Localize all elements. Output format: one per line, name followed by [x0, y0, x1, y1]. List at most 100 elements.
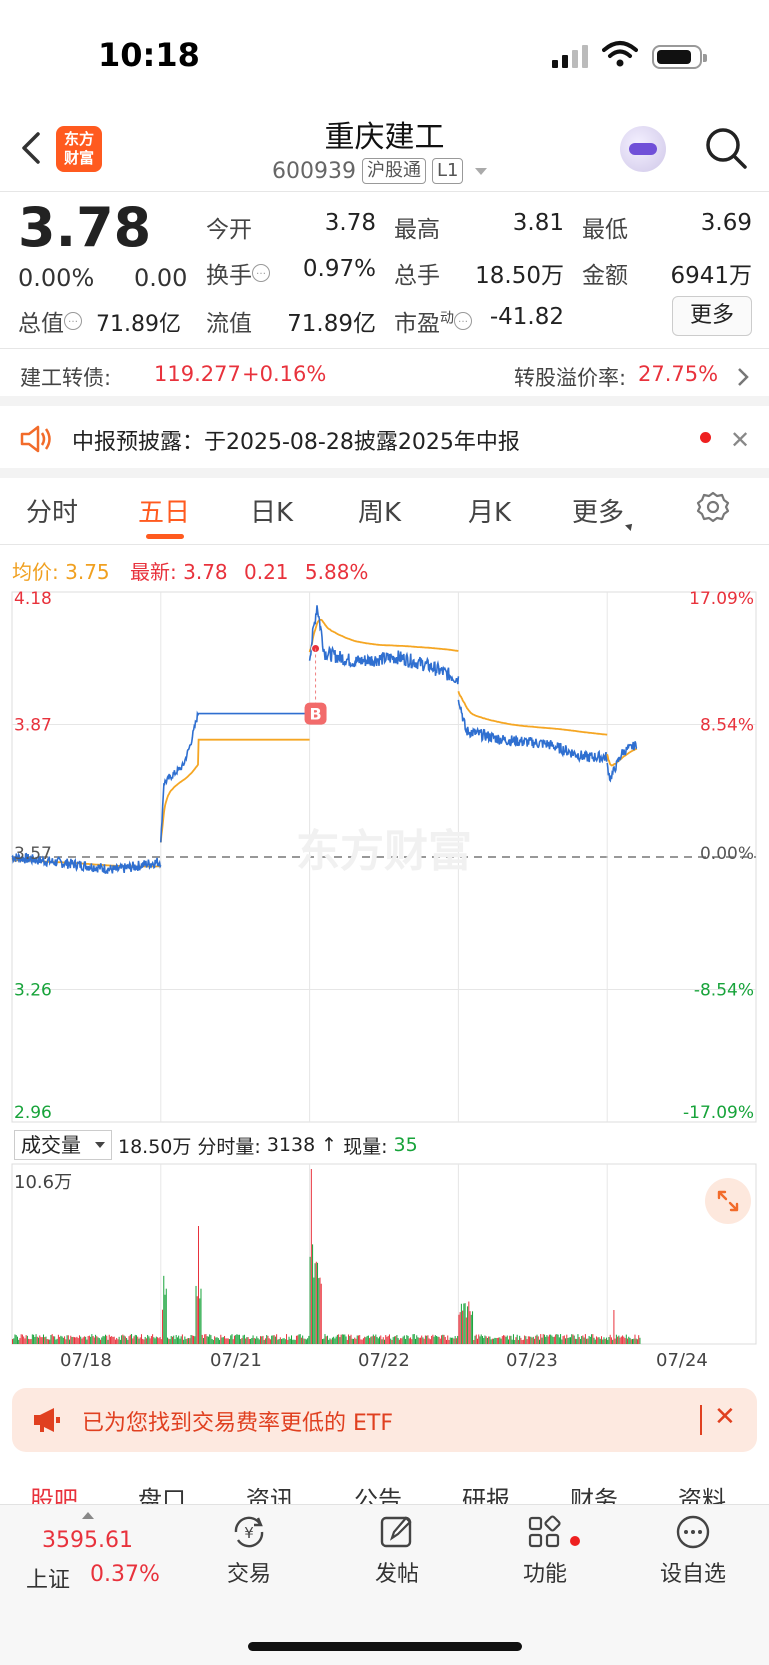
price-axis-label: 3.57 — [14, 844, 52, 864]
volume-bar — [214, 1336, 216, 1344]
volume-bar — [171, 1336, 173, 1344]
tab-intraday[interactable]: 分时 — [26, 492, 78, 529]
indicator-select[interactable]: 成交量 — [14, 1130, 112, 1160]
date-label: 07/24 — [656, 1350, 708, 1371]
volume-bar — [609, 1334, 611, 1344]
volume-bar — [74, 1337, 75, 1344]
volume-bar — [44, 1337, 46, 1344]
latest-value: 3.78 — [183, 560, 228, 584]
volume-bar — [116, 1337, 118, 1344]
volume-bar — [514, 1339, 516, 1344]
info-icon[interactable]: … — [252, 264, 270, 283]
volume-bar — [181, 1334, 183, 1344]
avg-value: 3.75 — [65, 560, 110, 584]
volume-bar — [128, 1336, 130, 1344]
volume-bar — [572, 1334, 574, 1344]
volume-bar — [357, 1335, 359, 1344]
search-icon[interactable] — [704, 126, 748, 170]
tab-monthly-k[interactable]: 月K — [468, 492, 511, 529]
volume-bar — [67, 1335, 69, 1344]
expand-icon[interactable] — [705, 1178, 751, 1224]
info-icon[interactable]: … — [454, 312, 472, 331]
volume-bar — [570, 1337, 571, 1344]
volume-bar — [413, 1334, 415, 1344]
home-indicator — [248, 1642, 522, 1651]
volume-bar — [75, 1337, 77, 1344]
volume-bar — [515, 1337, 517, 1344]
volume-bar — [258, 1339, 260, 1344]
tab-five-day[interactable]: 五日 — [138, 492, 190, 529]
volume-bar — [264, 1338, 266, 1344]
bond-label[interactable]: 建工转债: — [20, 362, 111, 392]
active-tab-indicator — [146, 534, 184, 539]
volume-bar — [174, 1339, 176, 1344]
chevron-right-icon[interactable] — [736, 366, 750, 388]
unread-dot — [700, 432, 711, 443]
close-icon[interactable]: ✕ — [714, 1402, 736, 1432]
volume-bar — [281, 1339, 283, 1344]
notice-text[interactable]: 中报预披露：于2025-08-28披露2025年中报 — [72, 424, 520, 456]
close-icon[interactable]: ✕ — [730, 426, 750, 454]
volume-bar — [593, 1337, 595, 1344]
assistant-robot-icon[interactable] — [620, 126, 666, 172]
volume-bar — [200, 1288, 202, 1344]
volume-bar — [356, 1335, 358, 1344]
stock-code-line[interactable]: 600939 沪股通 L1 — [272, 158, 488, 184]
volume-bar — [160, 1339, 162, 1344]
volume-bar — [427, 1335, 429, 1344]
volume-bar — [111, 1336, 113, 1344]
volume-bar — [157, 1337, 159, 1344]
volume-bar — [563, 1335, 565, 1344]
volume-bar — [202, 1338, 204, 1344]
tab-more[interactable]: 更多 — [572, 492, 635, 531]
volume-bar — [359, 1335, 361, 1344]
last-price: 3.78 — [18, 196, 152, 259]
volume-bar — [540, 1334, 542, 1344]
nav-trade[interactable]: ¥ 交易 — [194, 1512, 304, 1588]
volume-bar — [336, 1334, 338, 1344]
volume-bar — [193, 1335, 195, 1344]
volume-bar — [16, 1336, 18, 1344]
volume-bar — [339, 1337, 341, 1344]
tab-daily-k[interactable]: 日K — [250, 492, 293, 529]
nav-functions[interactable]: 功能 — [490, 1512, 600, 1588]
corner-triangle-icon — [625, 521, 635, 531]
volume-bar — [140, 1334, 142, 1344]
bond-price: 119.277 — [154, 362, 241, 386]
signal-icon — [552, 44, 588, 68]
volume-bar — [204, 1334, 206, 1344]
volume-bar — [598, 1337, 600, 1344]
volume-total: 18.50万 — [118, 1135, 192, 1158]
more-button[interactable]: 更多 — [672, 296, 752, 336]
volume-bar — [550, 1334, 552, 1344]
volume-bar — [312, 1244, 314, 1344]
index-name[interactable]: 上证 — [26, 1562, 70, 1594]
volume-bar — [548, 1334, 550, 1344]
volume-bar — [149, 1338, 151, 1344]
volume-bar — [18, 1339, 20, 1344]
volume-bar — [243, 1334, 245, 1344]
nav-post[interactable]: 发帖 — [342, 1512, 452, 1588]
volume-bar — [240, 1339, 242, 1344]
volume-bar — [474, 1335, 476, 1344]
volume-bar — [263, 1339, 265, 1344]
tab-weekly-k[interactable]: 周K — [358, 492, 401, 529]
volume-bar — [584, 1334, 586, 1344]
five-day-chart[interactable]: 东方财富 B 4.18 3.87 3.57 3.26 2.96 17.09% 8.54% 0.… — [0, 584, 769, 1354]
volume-bar — [436, 1335, 438, 1344]
index-pct[interactable]: 0.37% — [90, 1562, 160, 1587]
volume-bar — [143, 1339, 145, 1344]
volume-bar — [355, 1338, 357, 1344]
gear-icon[interactable] — [696, 490, 730, 524]
nav-add-watchlist[interactable]: 设自选 — [638, 1512, 748, 1588]
price-line — [160, 710, 310, 843]
volume-bar — [150, 1336, 152, 1344]
level-tag: L1 — [431, 158, 464, 184]
info-icon[interactable]: … — [64, 312, 82, 331]
volume-bar — [70, 1335, 72, 1344]
volume-bar — [142, 1338, 144, 1344]
index-value[interactable]: 3595.61 — [42, 1528, 133, 1553]
etf-banner-text[interactable]: 已为您找到交易费率更低的 ETF — [82, 1405, 393, 1437]
premium-value: 27.75% — [638, 362, 719, 386]
svg-text:¥: ¥ — [244, 1524, 254, 1542]
